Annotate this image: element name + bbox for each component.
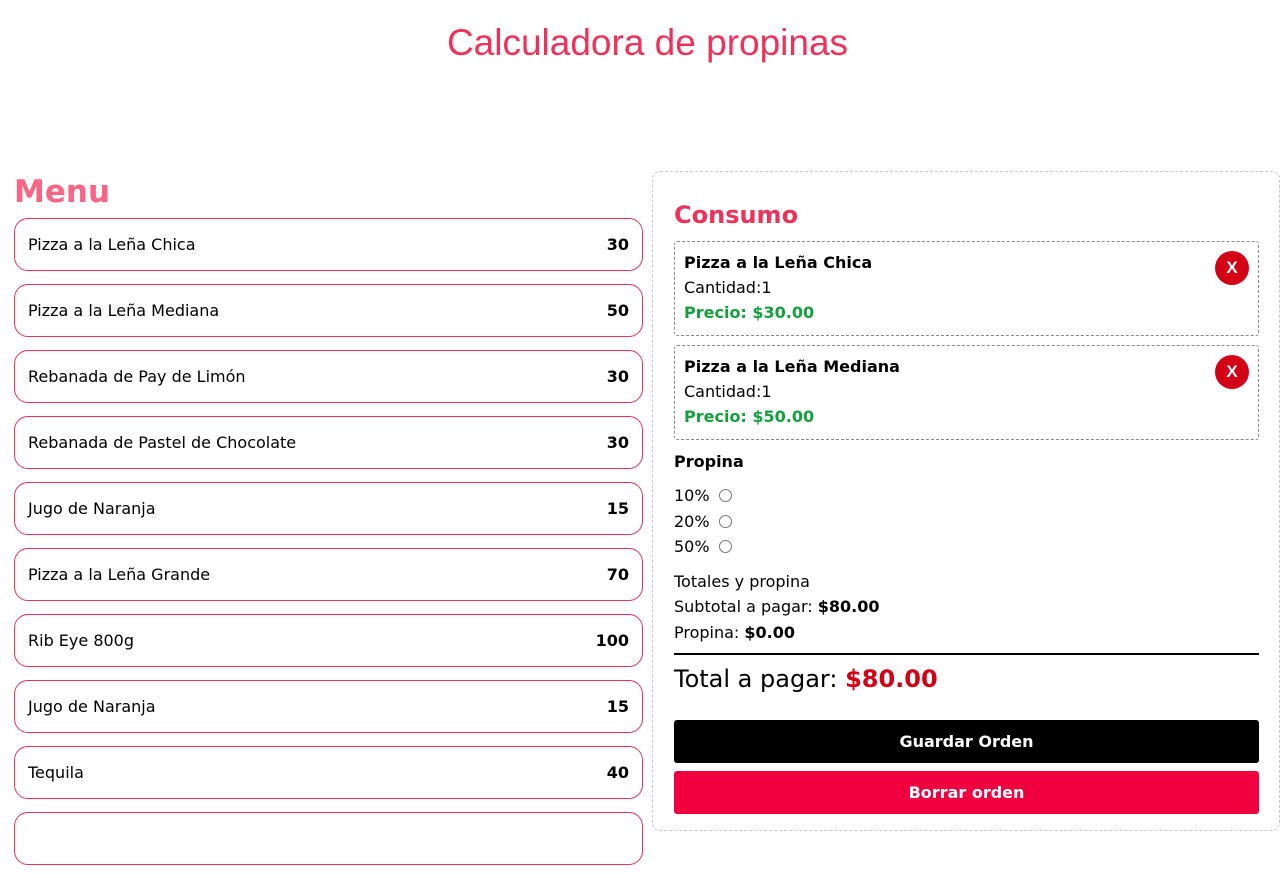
subtotal-row: Subtotal a pagar: $80.00 <box>674 594 1258 620</box>
tip-radio[interactable] <box>718 489 732 503</box>
tip-row: Propina: $0.00 <box>674 620 1258 646</box>
totals-heading: Totales y propina <box>674 571 810 591</box>
order-item: Pizza a la Leña Mediana Cantidad:1 Preci… <box>674 345 1259 440</box>
menu-item[interactable]: Rebanada de Pastel de Chocolate 30 <box>14 416 643 469</box>
subtotal-value: $80.00 <box>817 597 880 616</box>
menu-item-name: Rebanada de Pastel de Chocolate <box>28 433 297 452</box>
order-item-name: Pizza a la Leña Chica <box>684 253 873 272</box>
tip-radio[interactable] <box>718 540 732 554</box>
order-item-price: Precio: $30.00 <box>684 303 815 322</box>
tip-option-20[interactable]: 20% <box>674 509 1258 535</box>
order-item-quantity: Cantidad:1 <box>684 382 772 401</box>
menu-item-name: Rib Eye 800g <box>28 631 135 650</box>
clear-order-button[interactable]: Borrar orden <box>674 771 1259 814</box>
menu-item-price: 15 <box>606 499 629 518</box>
menu-item-price: 50 <box>606 301 629 320</box>
tip-option-10[interactable]: 10% <box>674 483 1258 509</box>
menu-item-name: Pizza a la Leña Grande <box>28 565 211 584</box>
tip-option-label: 50% <box>674 537 710 557</box>
order-item-price: Precio: $50.00 <box>684 407 815 426</box>
order-item: Pizza a la Leña Chica Cantidad:1 Precio:… <box>674 241 1259 336</box>
menu-item[interactable]: Pizza a la Leña Chica 30 <box>14 218 643 271</box>
order-item-name: Pizza a la Leña Mediana <box>684 357 900 376</box>
remove-item-button[interactable]: X <box>1215 251 1249 285</box>
menu-item-name: Pizza a la Leña Mediana <box>28 301 220 320</box>
tip-option-label: 10% <box>674 486 710 506</box>
menu-item-name: Rebanada de Pay de Limón <box>28 367 246 386</box>
menu-heading: Menu <box>14 174 111 210</box>
total-label: Total a pagar: <box>674 665 846 693</box>
menu-item[interactable]: Pizza a la Leña Mediana 50 <box>14 284 643 337</box>
order-item-quantity: Cantidad:1 <box>684 278 772 297</box>
menu-item-name: Pizza a la Leña Chica <box>28 235 196 254</box>
order-panel: Consumo Pizza a la Leña Chica Cantidad:1… <box>652 171 1280 831</box>
menu-item-price: 30 <box>606 367 629 386</box>
totals-divider <box>674 653 1259 655</box>
totals-section: Totales y propina Subtotal a pagar: $80.… <box>674 569 1258 646</box>
grand-total: Total a pagar: $80.00 <box>674 661 1258 697</box>
menu-item[interactable]: Tequila 40 <box>14 746 643 799</box>
tip-amount-value: $0.00 <box>744 622 796 642</box>
tip-heading: Propina <box>674 452 744 471</box>
menu-section: Menu Pizza a la Leña Chica 30 Pizza a la … <box>14 172 643 878</box>
tip-option-50[interactable]: 50% <box>674 534 1258 560</box>
menu-item-name: Jugo de Naranja <box>28 697 156 716</box>
subtotal-label: Subtotal a pagar: <box>674 597 818 616</box>
menu-item[interactable] <box>14 812 643 865</box>
tip-radio[interactable] <box>718 514 732 528</box>
tip-amount-label: Propina: <box>674 622 745 642</box>
menu-item[interactable]: Pizza a la Leña Grande 70 <box>14 548 643 601</box>
menu-item-price: 100 <box>595 631 629 650</box>
menu-item[interactable]: Rib Eye 800g 100 <box>14 614 643 667</box>
menu-item-price: 40 <box>606 763 629 782</box>
menu-item-price: 70 <box>606 565 629 584</box>
menu-item-name: Tequila <box>28 763 84 782</box>
menu-item-price: 15 <box>606 697 629 716</box>
order-heading: Consumo <box>674 201 799 229</box>
tip-option-label: 20% <box>674 511 710 531</box>
menu-item[interactable]: Jugo de Naranja 15 <box>14 482 643 535</box>
save-order-button[interactable]: Guardar Orden <box>674 720 1259 763</box>
page-title: Calculadora de propinas <box>446 22 849 63</box>
remove-item-button[interactable]: X <box>1215 355 1249 389</box>
menu-item-name: Jugo de Naranja <box>28 499 156 518</box>
menu-item[interactable]: Rebanada de Pay de Limón 30 <box>14 350 643 403</box>
menu-item-price: 30 <box>606 235 629 254</box>
menu-item-price: 30 <box>606 433 629 452</box>
total-value: $80.00 <box>845 665 938 693</box>
menu-item[interactable]: Jugo de Naranja 15 <box>14 680 643 733</box>
